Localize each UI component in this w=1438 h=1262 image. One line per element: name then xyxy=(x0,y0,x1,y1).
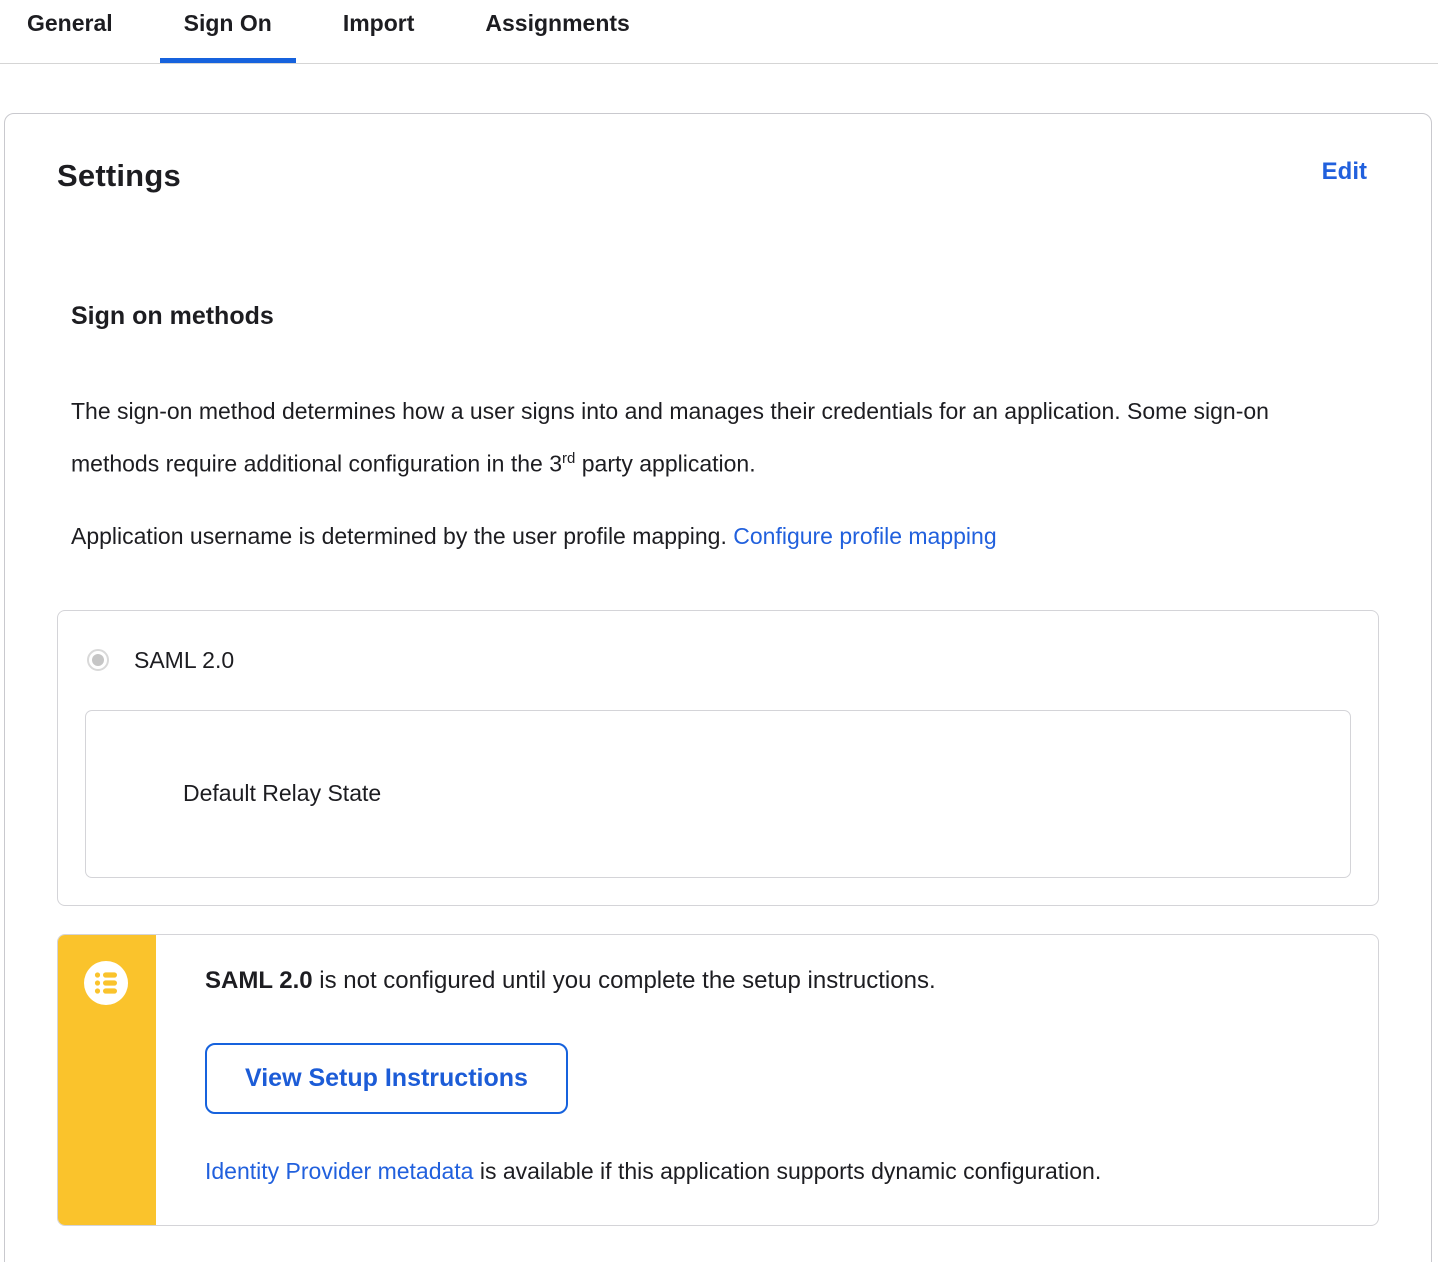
warning-message-method-name: SAML 2.0 xyxy=(205,966,313,994)
default-relay-state-fieldset: Default Relay State xyxy=(85,709,1351,878)
view-setup-instructions-button[interactable]: View Setup Instructions xyxy=(205,1042,568,1114)
sign-on-methods-heading: Sign on methods xyxy=(71,302,274,330)
configure-profile-mapping-link[interactable]: Configure profile mapping xyxy=(733,523,996,549)
sign-on-methods-description: The sign-on method determines how a user… xyxy=(71,387,1301,488)
warning-message: SAML 2.0 is not configured until you com… xyxy=(205,965,1338,997)
description-text-after: party application. xyxy=(575,450,756,477)
tab-assignments[interactable]: Assignments xyxy=(461,0,653,63)
default-relay-state-label: Default Relay State xyxy=(183,780,382,807)
tab-sign-on[interactable]: Sign On xyxy=(159,0,296,63)
saml-radio-button[interactable] xyxy=(87,649,109,672)
settings-card-header: Settings Edit xyxy=(57,158,1379,194)
metadata-line-text: is available if this application support… xyxy=(473,1157,1102,1184)
application-username-note: Application username is determined by th… xyxy=(71,512,1379,560)
identity-provider-metadata-line: Identity Provider metadata is available … xyxy=(205,1158,1338,1185)
saml-setup-warning-callout: SAML 2.0 is not configured until you com… xyxy=(57,933,1379,1226)
saml-method-box: SAML 2.0 Default Relay State xyxy=(57,609,1379,906)
ordinal-superscript: rd xyxy=(562,450,576,467)
username-note-text: Application username is determined by th… xyxy=(71,522,727,549)
sign-on-methods-section: Sign on methods The sign-on method deter… xyxy=(57,302,1379,1226)
warning-message-text: is not configured until you complete the… xyxy=(312,966,936,994)
tab-import[interactable]: Import xyxy=(319,0,439,63)
saml-radio-row: SAML 2.0 xyxy=(87,647,1351,674)
tab-general[interactable]: General xyxy=(3,0,137,63)
settings-card: Settings Edit Sign on methods The sign-o… xyxy=(4,113,1432,1262)
edit-link[interactable]: Edit xyxy=(1322,158,1367,186)
setup-instructions-list-icon xyxy=(84,960,128,1005)
page-title: Settings xyxy=(57,158,181,193)
app-tab-bar: General Sign On Import Assignments xyxy=(0,0,1438,64)
saml-radio-label: SAML 2.0 xyxy=(134,646,235,673)
identity-provider-metadata-link[interactable]: Identity Provider metadata xyxy=(205,1158,473,1184)
